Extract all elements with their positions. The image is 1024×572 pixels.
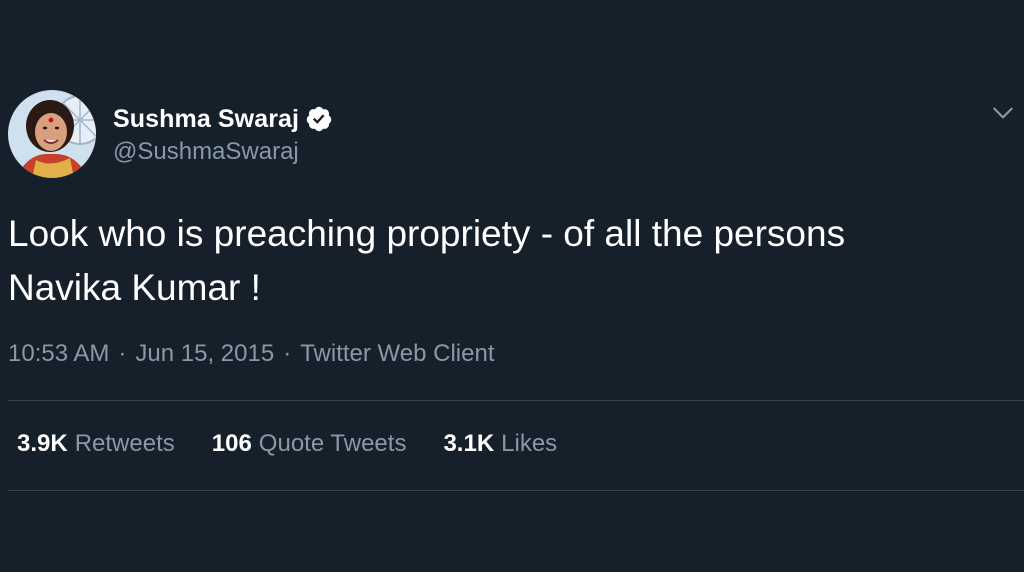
likes-count: 3.1K — [443, 430, 495, 457]
likes-stat[interactable]: 3.1K Likes — [443, 430, 557, 458]
quote-tweets-label: Quote Tweets — [258, 430, 407, 457]
divider — [8, 400, 1024, 401]
tweet-date[interactable]: Jun 15, 2015 — [135, 340, 274, 368]
tweet-text-line: Look who is preaching propriety - of all… — [8, 213, 846, 254]
verified-badge-icon — [305, 105, 333, 133]
divider — [8, 490, 1024, 491]
meta-separator: · — [283, 340, 292, 367]
avatar-image — [8, 90, 96, 178]
chevron-down-icon[interactable] — [990, 100, 1016, 126]
name-row: Sushma Swaraj — [113, 102, 333, 136]
tweet-text: Look who is preaching propriety - of all… — [8, 207, 1008, 315]
user-handle[interactable]: @SushmaSwaraj — [113, 138, 333, 166]
retweets-count: 3.9K — [17, 430, 68, 457]
tweet-header: Sushma Swaraj @SushmaSwaraj — [8, 88, 333, 180]
avatar[interactable] — [8, 90, 96, 178]
tweet-client[interactable]: Twitter Web Client — [300, 340, 494, 368]
user-names: Sushma Swaraj @SushmaSwaraj — [113, 102, 333, 166]
tweet-stats: 3.9K Retweets 106 Quote Tweets 3.1K Like… — [17, 430, 594, 458]
tweet-text-line: Navika Kumar ! — [8, 267, 261, 308]
display-name[interactable]: Sushma Swaraj — [113, 105, 299, 134]
tweet-card: Sushma Swaraj @SushmaSwaraj Look who is … — [0, 0, 1024, 572]
tweet-meta: 10:53 AM · Jun 15, 2015 · Twitter Web Cl… — [8, 340, 495, 368]
meta-separator: · — [118, 340, 127, 367]
tweet-time[interactable]: 10:53 AM — [8, 340, 109, 368]
retweets-stat[interactable]: 3.9K Retweets — [17, 430, 175, 458]
quote-tweets-count: 106 — [211, 430, 252, 457]
quote-tweets-stat[interactable]: 106 Quote Tweets — [212, 430, 407, 458]
retweets-label: Retweets — [74, 430, 175, 457]
likes-label: Likes — [501, 430, 558, 457]
